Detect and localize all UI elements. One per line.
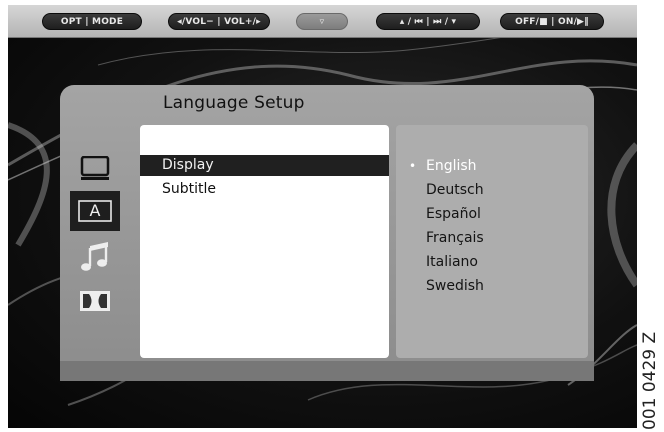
option-deutsch[interactable]: Deutsch [396, 179, 588, 201]
dvd-screen: OPT | MODE ◂/VOL− | VOL+/▸ ▿ ▴ / ⏮ | ⏭ /… [8, 5, 637, 428]
menu-item-display[interactable]: Display [140, 155, 389, 176]
display-icon [80, 156, 110, 180]
language-setup-panel: Language Setup A Display Subtitle • Engl… [60, 85, 594, 381]
panel-footer-bar [60, 361, 594, 381]
option-italiano[interactable]: Italiano [396, 251, 588, 273]
option-label: English [426, 158, 477, 174]
option-espanol[interactable]: Español [396, 203, 588, 225]
option-francais[interactable]: Français [396, 227, 588, 249]
page-title: Language Setup [163, 93, 305, 113]
tab-display[interactable] [70, 149, 120, 189]
language-tab-letter: A [89, 201, 101, 220]
dolby-icon [80, 291, 110, 311]
tab-dolby[interactable] [70, 281, 120, 321]
language-options-list: • English Deutsch Español Français Ital… [396, 125, 588, 358]
navigation-skip-button[interactable]: ▴ / ⏮ | ⏭ / ▾ [376, 13, 480, 30]
option-english[interactable]: • English [396, 155, 588, 177]
volume-button[interactable]: ◂/VOL− | VOL+/▸ [168, 13, 270, 30]
selected-bullet-icon: • [409, 159, 417, 173]
opt-mode-button[interactable]: OPT | MODE [42, 13, 142, 30]
power-play-button[interactable]: OFF/■ | ON/▶‖ [500, 13, 604, 30]
music-icon [81, 242, 108, 271]
remote-hint-bar: OPT | MODE ◂/VOL− | VOL+/▸ ▿ ▴ / ⏮ | ⏭ /… [8, 5, 637, 38]
tab-audio[interactable] [70, 237, 120, 277]
menu-item-subtitle[interactable]: Subtitle [140, 179, 389, 200]
setup-menu-list: Display Subtitle [140, 125, 389, 358]
tab-language[interactable]: A [70, 191, 120, 231]
down-arrow-button[interactable]: ▿ [296, 13, 348, 30]
figure-code: 001 0429 Z [640, 331, 660, 430]
option-swedish[interactable]: Swedish [396, 275, 588, 297]
